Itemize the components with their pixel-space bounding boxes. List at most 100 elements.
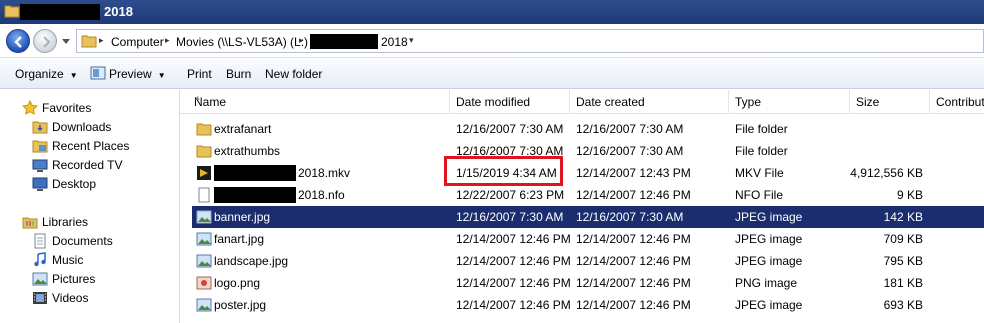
address-bar: ▸ Computer ▸ Movies (\\LS-VL53A) (L:) ▸ … [0,24,984,58]
file-size: 4,912,556 KB [850,166,923,180]
arrow-left-icon [14,36,22,48]
file-size: 181 KB [883,276,923,290]
breadcrumb-computer[interactable]: Computer [111,35,164,49]
file-name: fanart.jpg [214,232,265,246]
file-row[interactable]: 2018.nfo 12/22/2007 6:23 PM 12/14/2007 1… [192,184,984,206]
folder-icon [196,145,212,158]
file-date-created: 12/14/2007 12:46 PM [576,298,691,312]
organize-button[interactable]: Organize ▼ [15,67,78,81]
file-type: File folder [735,122,788,136]
preview-label: Preview [109,67,152,81]
address-field[interactable]: ▸ Computer ▸ Movies (\\LS-VL53A) (L:) ▸ … [76,29,984,53]
chevron-down-icon: ▼ [69,71,78,80]
file-date-modified: 12/22/2007 6:23 PM [456,188,565,202]
chevron-right-icon[interactable]: ▸ [165,35,170,46]
file-row[interactable]: 2018.mkv 1/15/2019 4:34 AM 12/14/2007 12… [192,162,984,184]
column-size[interactable]: Size [850,90,930,114]
file-date-created: 12/14/2007 12:46 PM [576,276,691,290]
chevron-down-icon[interactable]: ▾ [409,35,414,46]
file-date-modified: 12/14/2007 12:46 PM [456,298,571,312]
forward-button[interactable] [33,29,57,53]
nfo-file-icon [198,187,210,203]
window-title: 2018 [104,4,133,19]
folder-icon [4,5,20,18]
command-bar: Organize ▼ Preview ▼ Print Burn New folder [0,59,984,89]
film-strip-icon [33,292,47,304]
file-type: JPEG image [735,298,803,312]
highlight-annotation-box [444,156,563,186]
file-date-modified: 12/14/2007 12:46 PM [456,232,571,246]
file-name: poster.jpg [214,298,267,312]
new-folder-button[interactable]: New folder [265,67,322,81]
redacted-breadcrumb [310,34,378,49]
file-type: JPEG image [735,232,803,246]
navigation-pane: Favorites Downloads Recent Places Record… [0,90,180,323]
organize-label: Organize [15,67,64,81]
chevron-down-icon: ▼ [157,71,166,80]
redacted-file-name [214,165,296,181]
column-contributing[interactable]: Contributing [930,90,984,114]
pictures-icon [32,272,48,286]
file-row[interactable]: landscape.jpg 12/14/2007 12:46 PM 12/14/… [192,250,984,272]
recent-pages-dropdown-icon[interactable] [61,39,71,45]
file-date-modified: 12/14/2007 12:46 PM [456,254,571,268]
file-row-selected[interactable]: banner.jpg 12/16/2007 7:30 AM 12/16/2007… [192,206,984,228]
file-type: PNG image [735,276,798,290]
file-size: 9 KB [896,188,923,202]
redacted-title [20,4,100,20]
arrow-right-icon [43,36,51,48]
file-type: MKV File [735,166,784,180]
file-name: 2018.nfo [298,188,345,202]
file-row[interactable]: extrathumbs 12/16/2007 7:30 AM 12/16/200… [192,140,984,162]
music-note-icon [34,252,46,267]
preview-icon [90,66,106,80]
title-bar: 2018 [0,0,984,24]
file-type: File folder [735,144,788,158]
file-date-created: 12/14/2007 12:46 PM [576,232,691,246]
file-list: Name ▲ Date modified Date created Type S… [180,90,984,323]
column-date-created[interactable]: Date created [570,90,729,114]
file-date-modified: 12/16/2007 7:30 AM [456,122,564,136]
file-date-created: 12/16/2007 7:30 AM [576,144,684,158]
file-name: extrathumbs [214,144,281,158]
column-date-modified[interactable]: Date modified [450,90,570,114]
desktop-icon [32,177,48,191]
file-name: logo.png [214,276,261,290]
file-row[interactable]: logo.png 12/14/2007 12:46 PM 12/14/2007 … [192,272,984,294]
chevron-right-icon[interactable]: ▸ [99,35,104,46]
file-date-modified: 12/16/2007 7:30 AM [456,210,564,224]
file-row[interactable]: fanart.jpg 12/14/2007 12:46 PM 12/14/200… [192,228,984,250]
breadcrumb-drive[interactable]: Movies (\\LS-VL53A) (L:) [176,35,308,49]
file-type: JPEG image [735,254,803,268]
file-row[interactable]: poster.jpg 12/14/2007 12:46 PM 12/14/200… [192,294,984,316]
file-date-created: 12/16/2007 7:30 AM [576,210,684,224]
sort-ascending-icon: ▲ [194,95,201,102]
file-name: extrafanart [214,122,272,136]
chevron-right-icon[interactable]: ▸ [299,35,304,46]
image-file-icon [196,276,212,290]
redacted-file-name [214,187,296,203]
file-name: 2018.mkv [298,166,351,180]
breadcrumb-current-folder[interactable]: 2018 [381,35,408,49]
tv-icon [32,159,48,172]
back-button[interactable] [6,29,30,53]
print-button[interactable]: Print [187,67,212,81]
file-date-created: 12/14/2007 12:46 PM [576,188,691,202]
image-file-icon [196,232,212,246]
image-file-icon [196,254,212,268]
file-size: 709 KB [883,232,923,246]
file-size: 795 KB [883,254,923,268]
downloads-folder-icon [32,121,48,134]
column-type[interactable]: Type [729,90,850,114]
burn-button[interactable]: Burn [226,67,251,81]
file-size: 693 KB [883,298,923,312]
file-date-created: 12/14/2007 12:46 PM [576,254,691,268]
file-date-modified: 12/14/2007 12:46 PM [456,276,571,290]
preview-button[interactable]: Preview ▼ [109,67,166,81]
file-date-created: 12/16/2007 7:30 AM [576,122,684,136]
file-row[interactable]: extrafanart 12/16/2007 7:30 AM 12/16/200… [192,118,984,140]
image-file-icon [196,210,212,224]
file-size: 142 KB [883,210,923,224]
folder-icon [196,123,212,136]
column-name[interactable]: Name ▲ [188,90,450,114]
